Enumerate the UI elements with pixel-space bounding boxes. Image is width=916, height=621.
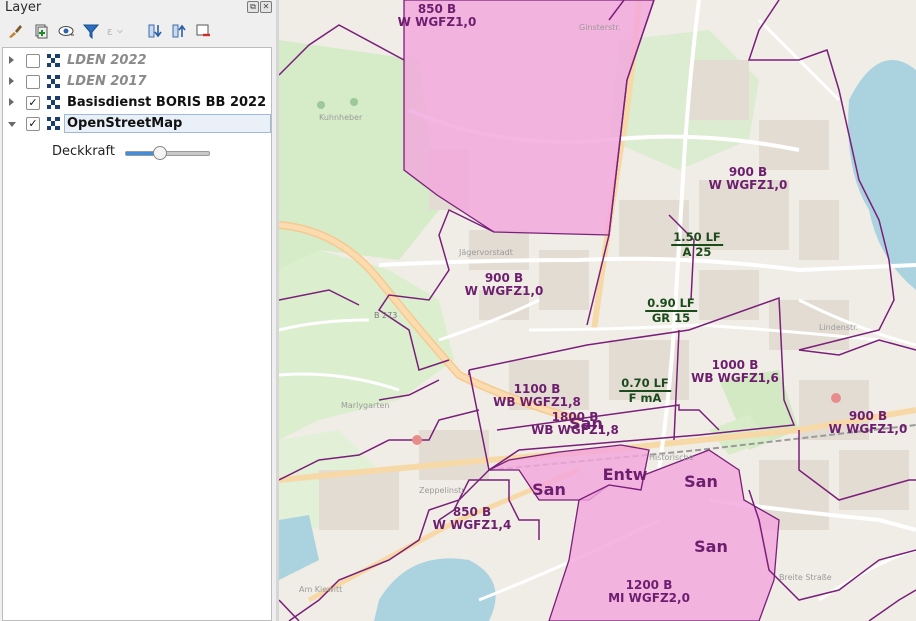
layer-row[interactable]: LDEN 2022 xyxy=(3,51,271,72)
layer-name: Basisdienst BORIS BB 2022 xyxy=(67,95,267,110)
expand-all-icon[interactable] xyxy=(146,21,164,41)
panel-title: Layer xyxy=(5,0,42,15)
opacity-slider[interactable] xyxy=(125,146,210,160)
layer-panel: Layer ⧉ ✕ ε LDEN 2022 LDEN 2017 ✓ Basisd… xyxy=(0,0,277,621)
svg-text:ε: ε xyxy=(107,25,113,38)
layer-name: LDEN 2022 xyxy=(67,53,147,68)
zone-label: 1100 B WB WGFZ1,8 xyxy=(493,382,581,409)
layer-name: OpenStreetMap xyxy=(67,116,183,131)
visibility-icon[interactable] xyxy=(58,21,76,41)
map-canvas[interactable]: Kuhnheber Jägervorstadt B 273 Marlygarte… xyxy=(279,0,916,621)
layer-visibility-checkbox[interactable]: ✓ xyxy=(26,117,40,131)
filter-icon[interactable] xyxy=(82,21,100,41)
zone-label: 900 BW WGFZ1,0 xyxy=(708,165,788,192)
layer-row[interactable]: ✓ Basisdienst BORIS BB 2022 xyxy=(3,93,271,114)
zone-label: 0.90 LF GR 15 xyxy=(645,296,697,325)
raster-layer-icon xyxy=(47,117,60,130)
expand-arrow-icon[interactable] xyxy=(9,98,14,106)
svg-text:Jägervorstadt: Jägervorstadt xyxy=(458,248,513,257)
svg-text:Marlygarten: Marlygarten xyxy=(341,401,389,410)
zone-label: 0.70 LF F mA xyxy=(619,376,671,405)
expand-arrow-icon[interactable] xyxy=(9,56,14,64)
area-label: Entw xyxy=(602,465,648,484)
layer-visibility-checkbox[interactable] xyxy=(26,75,40,89)
svg-text:B 273: B 273 xyxy=(374,311,397,320)
layer-row[interactable]: LDEN 2017 xyxy=(3,72,271,93)
raster-layer-icon xyxy=(47,75,60,88)
svg-text:Zeppelinstr.: Zeppelinstr. xyxy=(419,486,466,495)
remove-layer-icon[interactable] xyxy=(194,21,212,41)
zone-label: 900 BW WGFZ1,0 xyxy=(464,271,544,298)
expand-arrow-icon[interactable] xyxy=(9,77,14,85)
svg-text:Kuhnheber: Kuhnheber xyxy=(319,113,363,122)
svg-text:Lindenstr.: Lindenstr. xyxy=(819,323,858,332)
close-panel-button[interactable]: ✕ xyxy=(260,1,272,13)
layer-visibility-checkbox[interactable] xyxy=(26,54,40,68)
layer-tree: LDEN 2022 LDEN 2017 ✓ Basisdienst BORIS … xyxy=(2,47,272,621)
expression-filter-icon[interactable]: ε xyxy=(106,21,124,41)
raster-layer-icon xyxy=(47,96,60,109)
zone-label: 850 BW WGFZ1,4 xyxy=(432,505,512,532)
area-label: San xyxy=(684,472,718,491)
opacity-label: Deckkraft xyxy=(52,144,115,159)
layer-toolbar: ε xyxy=(6,21,271,43)
raster-layer-icon xyxy=(47,54,60,67)
svg-text:Am Kiewitt: Am Kiewitt xyxy=(299,585,342,594)
svg-text:Breite Straße: Breite Straße xyxy=(779,573,832,582)
layer-visibility-checkbox[interactable]: ✓ xyxy=(26,96,40,110)
style-manager-icon[interactable] xyxy=(6,21,24,41)
zone-label: 850 BW WGFZ1,0 xyxy=(397,2,477,29)
map-background: Kuhnheber Jägervorstadt B 273 Marlygarte… xyxy=(279,0,916,621)
svg-text:Historische: Historische xyxy=(649,453,694,462)
float-panel-button[interactable]: ⧉ xyxy=(247,1,259,13)
area-label: San xyxy=(569,414,603,433)
layer-row-selected[interactable]: ✓ OpenStreetMap xyxy=(3,114,271,135)
layer-name: LDEN 2017 xyxy=(67,74,147,89)
add-group-icon[interactable] xyxy=(32,21,50,41)
zone-label: 1200 B MI WGFZ2,0 xyxy=(608,578,690,605)
area-label: San xyxy=(532,480,566,499)
svg-text:Ginsterstr.: Ginsterstr. xyxy=(579,23,620,32)
collapse-all-icon[interactable] xyxy=(170,21,188,41)
collapse-arrow-icon[interactable] xyxy=(8,122,16,127)
zone-label: 1000 B WB WGFZ1,6 xyxy=(691,358,779,385)
opacity-slider-handle[interactable] xyxy=(153,146,168,160)
area-label: San xyxy=(694,537,728,556)
zone-label: 1.50 LF A 25 xyxy=(671,230,723,259)
zone-label: 900 BW WGFZ1,0 xyxy=(828,409,908,436)
